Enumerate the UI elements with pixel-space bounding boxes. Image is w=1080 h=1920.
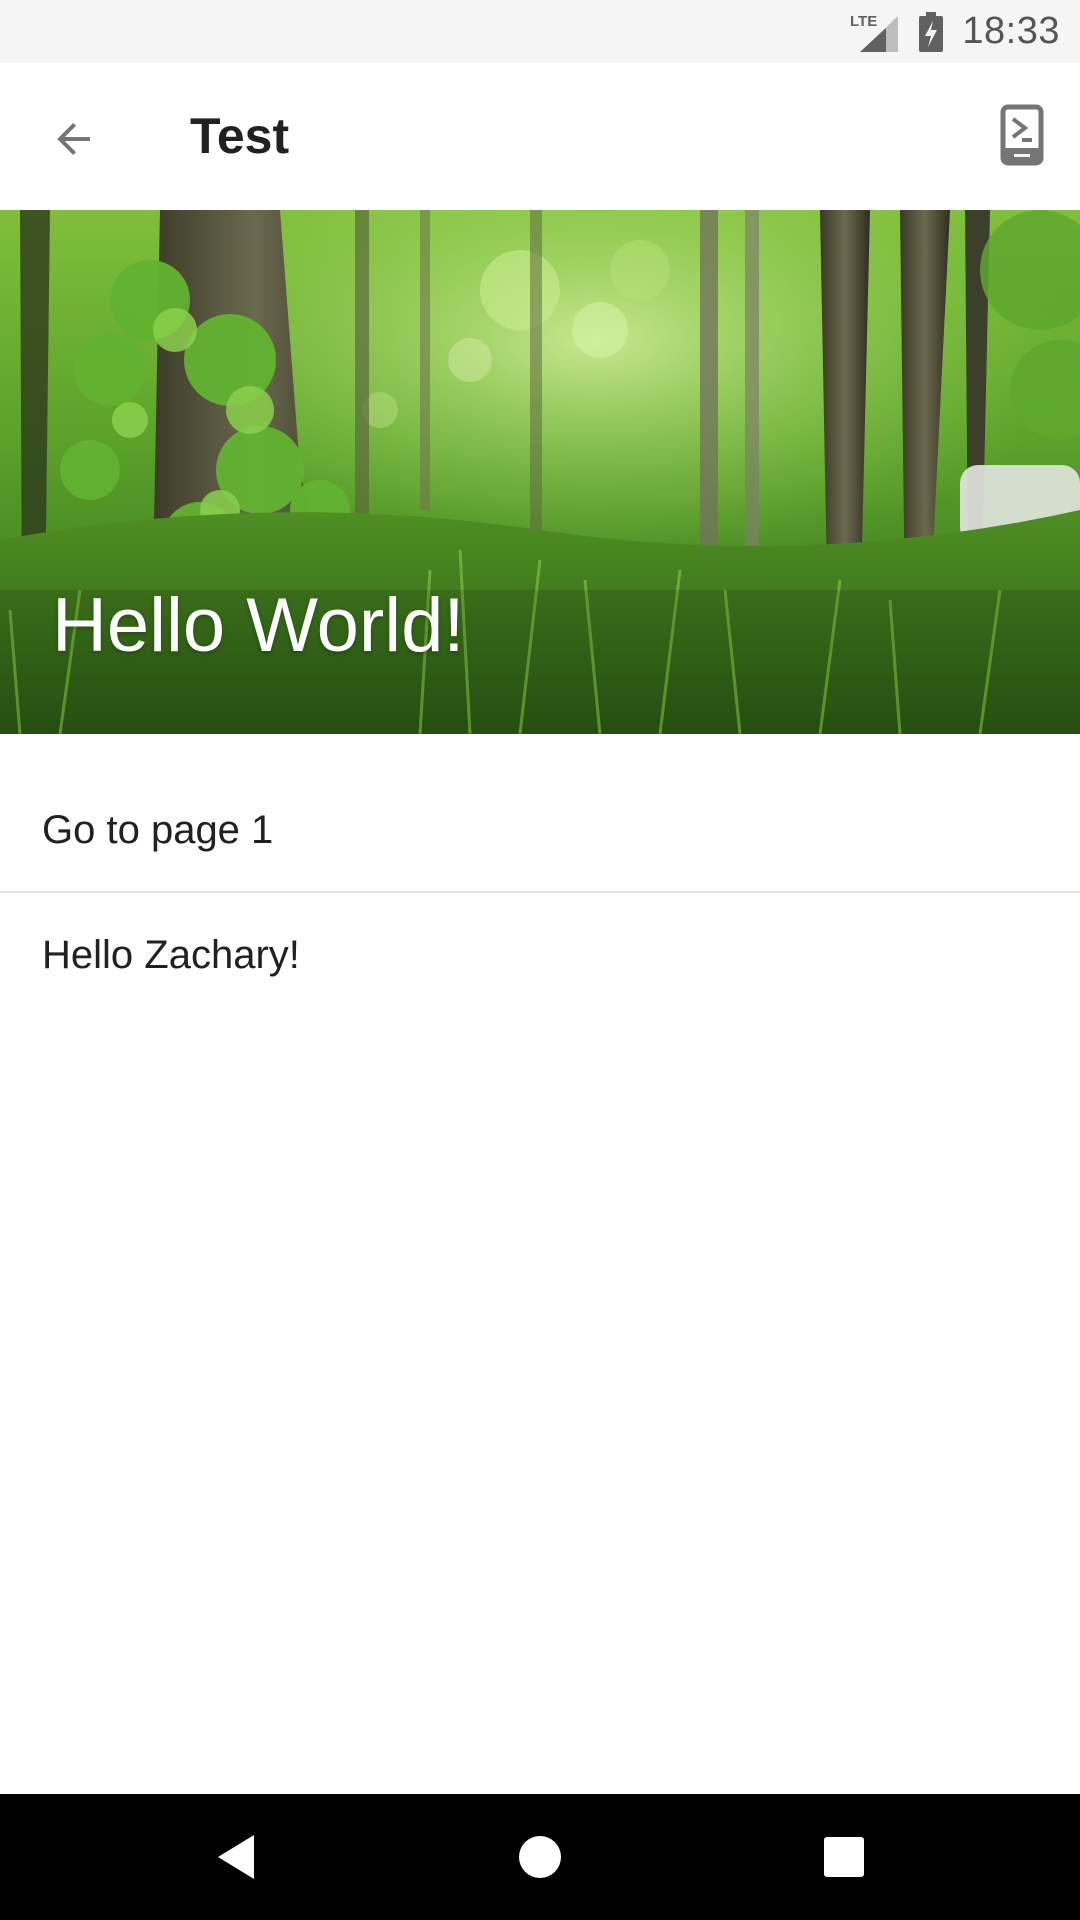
status-clock: 18:33 — [962, 10, 1060, 52]
system-nav-bar — [0, 1794, 1080, 1920]
nav-home-button[interactable] — [500, 1817, 580, 1897]
nav-back-icon — [218, 1835, 254, 1879]
lte-signal-icon: LTE — [850, 13, 899, 52]
app-screen: LTE 18:33 Test Hello World! Go to page 1… — [0, 0, 1080, 1920]
status-icons: LTE 18:33 — [850, 0, 1060, 63]
svg-text:LTE: LTE — [850, 13, 877, 30]
status-bar: LTE 18:33 — [0, 0, 1080, 63]
back-button[interactable] — [36, 101, 112, 177]
nav-recents-button[interactable] — [804, 1817, 884, 1897]
phone-console-button[interactable] — [984, 97, 1060, 173]
hero-banner: Hello World! — [0, 210, 1080, 734]
page-title: Test — [190, 108, 290, 164]
toolbar: Test — [0, 63, 1080, 210]
nav-back-button[interactable] — [196, 1817, 276, 1897]
list-item-label: Hello Zachary! — [42, 932, 300, 977]
list-item-greeting: Hello Zachary! — [0, 893, 1080, 1017]
list-item-label: Go to page 1 — [42, 807, 274, 852]
battery-charging-icon — [919, 11, 944, 52]
hero-title: Hello World! — [52, 583, 465, 668]
nav-recents-icon — [824, 1837, 864, 1877]
phone-console-icon — [1000, 104, 1044, 166]
list-item-go-to-page-1[interactable]: Go to page 1 — [0, 768, 1080, 892]
arrow-back-icon — [57, 123, 90, 155]
nav-home-icon — [519, 1836, 561, 1878]
